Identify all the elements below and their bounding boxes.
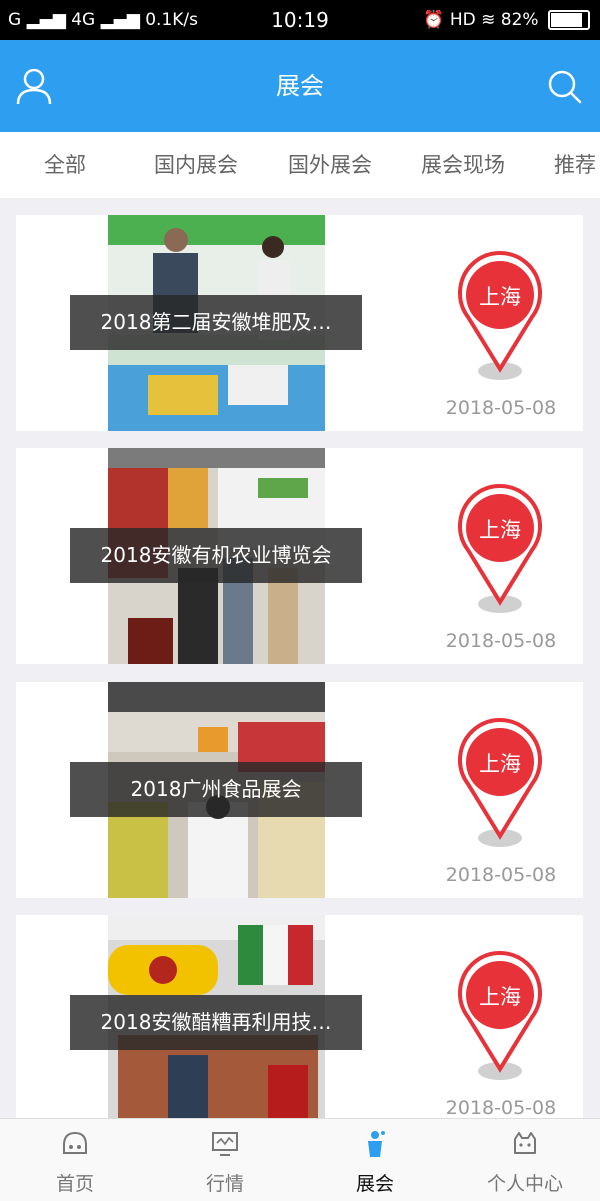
exhibition-card[interactable]: 2018安徽醋糟再利用技… 上海 2018-05-08 bbox=[16, 915, 583, 1131]
tab-recommended[interactable]: 推荐 bbox=[554, 132, 596, 198]
exhibition-date: 2018-05-08 bbox=[445, 630, 557, 652]
bottom-nav: 首页 行情 展会 个人中心 bbox=[0, 1118, 600, 1201]
nav-exhibition-label: 展会 bbox=[355, 1173, 394, 1195]
nav-market-label: 行情 bbox=[205, 1173, 244, 1195]
nav-exhibition[interactable]: 展会 bbox=[300, 1119, 450, 1201]
hd-label: HD bbox=[449, 10, 476, 30]
profile-icon bbox=[514, 1132, 536, 1154]
status-bar: G ▂▄▆ 4G ▂▄▆ 0.1K/s 10:19 ⏰ HD ≋ 82% bbox=[0, 0, 600, 40]
battery-icon bbox=[548, 10, 590, 30]
battery-percent: 82% bbox=[500, 10, 539, 30]
tab-overseas[interactable]: 国外展会 bbox=[288, 132, 372, 198]
home-icon bbox=[63, 1131, 87, 1154]
location-pin-icon bbox=[458, 951, 542, 1080]
city-label: 上海 bbox=[479, 518, 521, 542]
nav-home-label: 首页 bbox=[55, 1173, 94, 1195]
city-label: 上海 bbox=[479, 985, 521, 1009]
exhibition-date: 2018-05-08 bbox=[445, 397, 557, 419]
nav-home[interactable]: 首页 bbox=[0, 1119, 150, 1201]
nav-profile-label: 个人中心 bbox=[486, 1173, 563, 1195]
app-header: 展会 bbox=[0, 40, 600, 132]
tab-all[interactable]: 全部 bbox=[44, 132, 86, 198]
nav-market[interactable]: 行情 bbox=[150, 1119, 300, 1201]
exhibition-date: 2018-05-08 bbox=[445, 1097, 557, 1119]
exhibition-title: 2018第二届安徽堆肥及… bbox=[70, 295, 362, 350]
exhibition-card[interactable]: 2018安徽有机农业博览会 上海 2018-05-08 bbox=[16, 448, 583, 664]
exhibition-icon bbox=[368, 1131, 385, 1157]
location-pin-icon bbox=[458, 718, 542, 847]
wifi-icon: ≋ bbox=[481, 10, 496, 30]
alarm-icon: ⏰ bbox=[423, 10, 445, 30]
nav-profile[interactable]: 个人中心 bbox=[450, 1119, 600, 1201]
page-title: 展会 bbox=[276, 72, 324, 100]
tab-onsite[interactable]: 展会现场 bbox=[421, 132, 505, 198]
city-label: 上海 bbox=[479, 752, 521, 776]
exhibition-card[interactable]: 2018广州食品展会 上海 2018-05-08 bbox=[16, 682, 583, 898]
exhibition-card[interactable]: 2018第二届安徽堆肥及… 上海 2018-05-08 bbox=[16, 215, 583, 431]
location-pin-icon bbox=[458, 484, 542, 613]
status-right: ⏰ HD ≋ 82% bbox=[423, 0, 590, 40]
exhibition-date: 2018-05-08 bbox=[445, 864, 557, 886]
city-label: 上海 bbox=[479, 285, 521, 309]
exhibition-title: 2018广州食品展会 bbox=[70, 762, 362, 817]
location-pin-icon bbox=[458, 251, 542, 380]
exhibition-title: 2018安徽醋糟再利用技… bbox=[70, 995, 362, 1050]
exhibition-title: 2018安徽有机农业博览会 bbox=[70, 528, 362, 583]
category-tabs: 全部 国内展会 国外展会 展会现场 推荐 bbox=[0, 132, 600, 198]
search-icon[interactable] bbox=[544, 66, 584, 106]
monitor-icon bbox=[212, 1132, 238, 1156]
tab-domestic[interactable]: 国内展会 bbox=[154, 132, 238, 198]
